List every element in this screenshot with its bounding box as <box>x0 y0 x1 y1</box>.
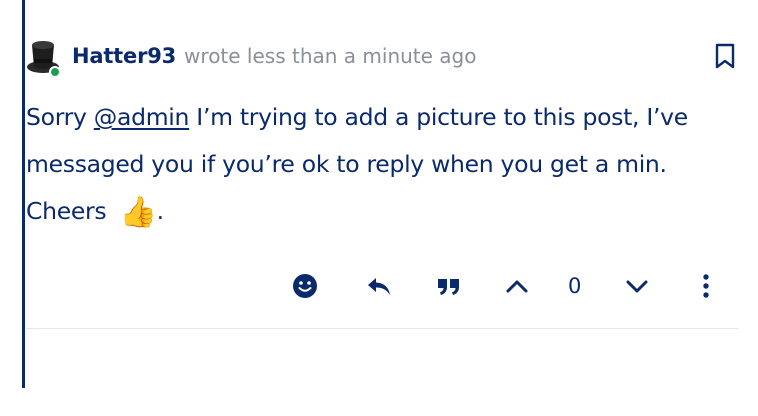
post-text: Cheers <box>26 197 114 225</box>
vote-count: 0 <box>568 274 582 298</box>
post-timestamp: wrote less than a minute ago <box>184 44 477 68</box>
reply-button[interactable] <box>362 268 396 304</box>
quote-button[interactable] <box>432 268 466 304</box>
post-line-2: messaged you if you’re ok to reply when … <box>26 150 667 178</box>
thread-indicator-rule <box>22 0 25 388</box>
downvote-button[interactable] <box>620 268 654 304</box>
more-options-button[interactable] <box>694 268 718 304</box>
author-username[interactable]: Hatter93 <box>72 44 176 68</box>
post-text: . <box>156 197 164 225</box>
online-status-dot <box>49 66 61 78</box>
more-options-icon <box>703 274 709 298</box>
upvote-icon <box>506 280 528 293</box>
post-actions: 0 <box>26 268 738 304</box>
bookmark-button[interactable] <box>712 42 738 70</box>
page: Hatter93 wrote less than a minute ago So… <box>0 0 758 416</box>
bookmark-icon <box>715 43 735 69</box>
reply-icon <box>368 278 390 295</box>
post-body: Sorry @admin I’m trying to add a picture… <box>26 94 738 236</box>
post-divider <box>26 328 738 329</box>
post-text: I’m trying to add a picture to this post… <box>189 103 688 131</box>
post-line-3: Cheers 👍. <box>26 188 738 236</box>
post-header: Hatter93 wrote less than a minute ago <box>26 36 738 78</box>
quote-icon <box>438 279 459 295</box>
thumbs-up-emoji: 👍 <box>119 195 157 230</box>
post-text: Sorry <box>26 103 94 131</box>
mention-link[interactable]: @admin <box>94 103 190 131</box>
react-button[interactable] <box>288 268 322 304</box>
post-line-1: Sorry @admin I’m trying to add a picture… <box>26 94 738 141</box>
emoji-icon <box>293 274 317 298</box>
upvote-button[interactable] <box>500 268 534 304</box>
downvote-icon <box>626 280 648 293</box>
avatar[interactable] <box>26 37 64 78</box>
forum-post: Hatter93 wrote less than a minute ago So… <box>26 36 738 329</box>
